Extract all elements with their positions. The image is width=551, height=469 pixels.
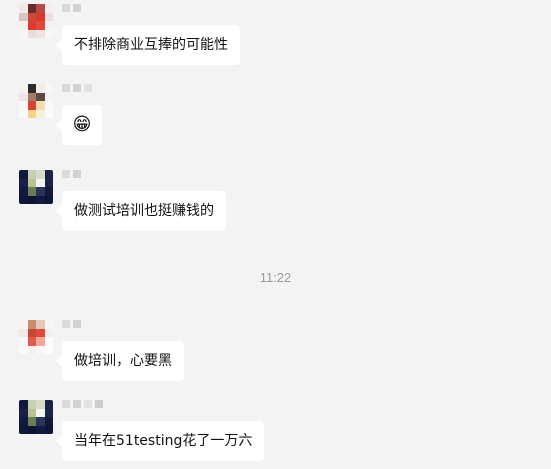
avatar[interactable] xyxy=(19,84,53,118)
message-bubble[interactable]: 做测试培训也挺赚钱的 xyxy=(56,191,226,231)
avatar[interactable] xyxy=(19,4,53,38)
avatar[interactable] xyxy=(19,320,53,354)
grinning-face-icon: 😁 xyxy=(72,114,92,135)
avatar[interactable] xyxy=(19,170,53,204)
emoji-bubble[interactable]: 😁 xyxy=(56,105,102,145)
avatar[interactable] xyxy=(19,400,53,434)
sender-name-placeholder xyxy=(62,170,81,178)
sender-name-placeholder xyxy=(62,4,81,12)
message-timestamp: 11:22 xyxy=(259,270,292,285)
message-bubble[interactable]: 不排除商业互捧的可能性 xyxy=(56,25,240,65)
sender-name-placeholder xyxy=(62,400,103,408)
sender-name-placeholder xyxy=(62,320,81,328)
chat-history: 不排除商业互捧的可能性 😁 做测试培训也挺赚钱的 11:22 做培训，心要黑 当… xyxy=(0,0,551,469)
message-bubble[interactable]: 当年在51testing花了一万六 xyxy=(55,421,265,461)
sender-name-placeholder xyxy=(62,84,92,92)
message-bubble[interactable]: 做培训，心要黑 xyxy=(56,341,184,381)
